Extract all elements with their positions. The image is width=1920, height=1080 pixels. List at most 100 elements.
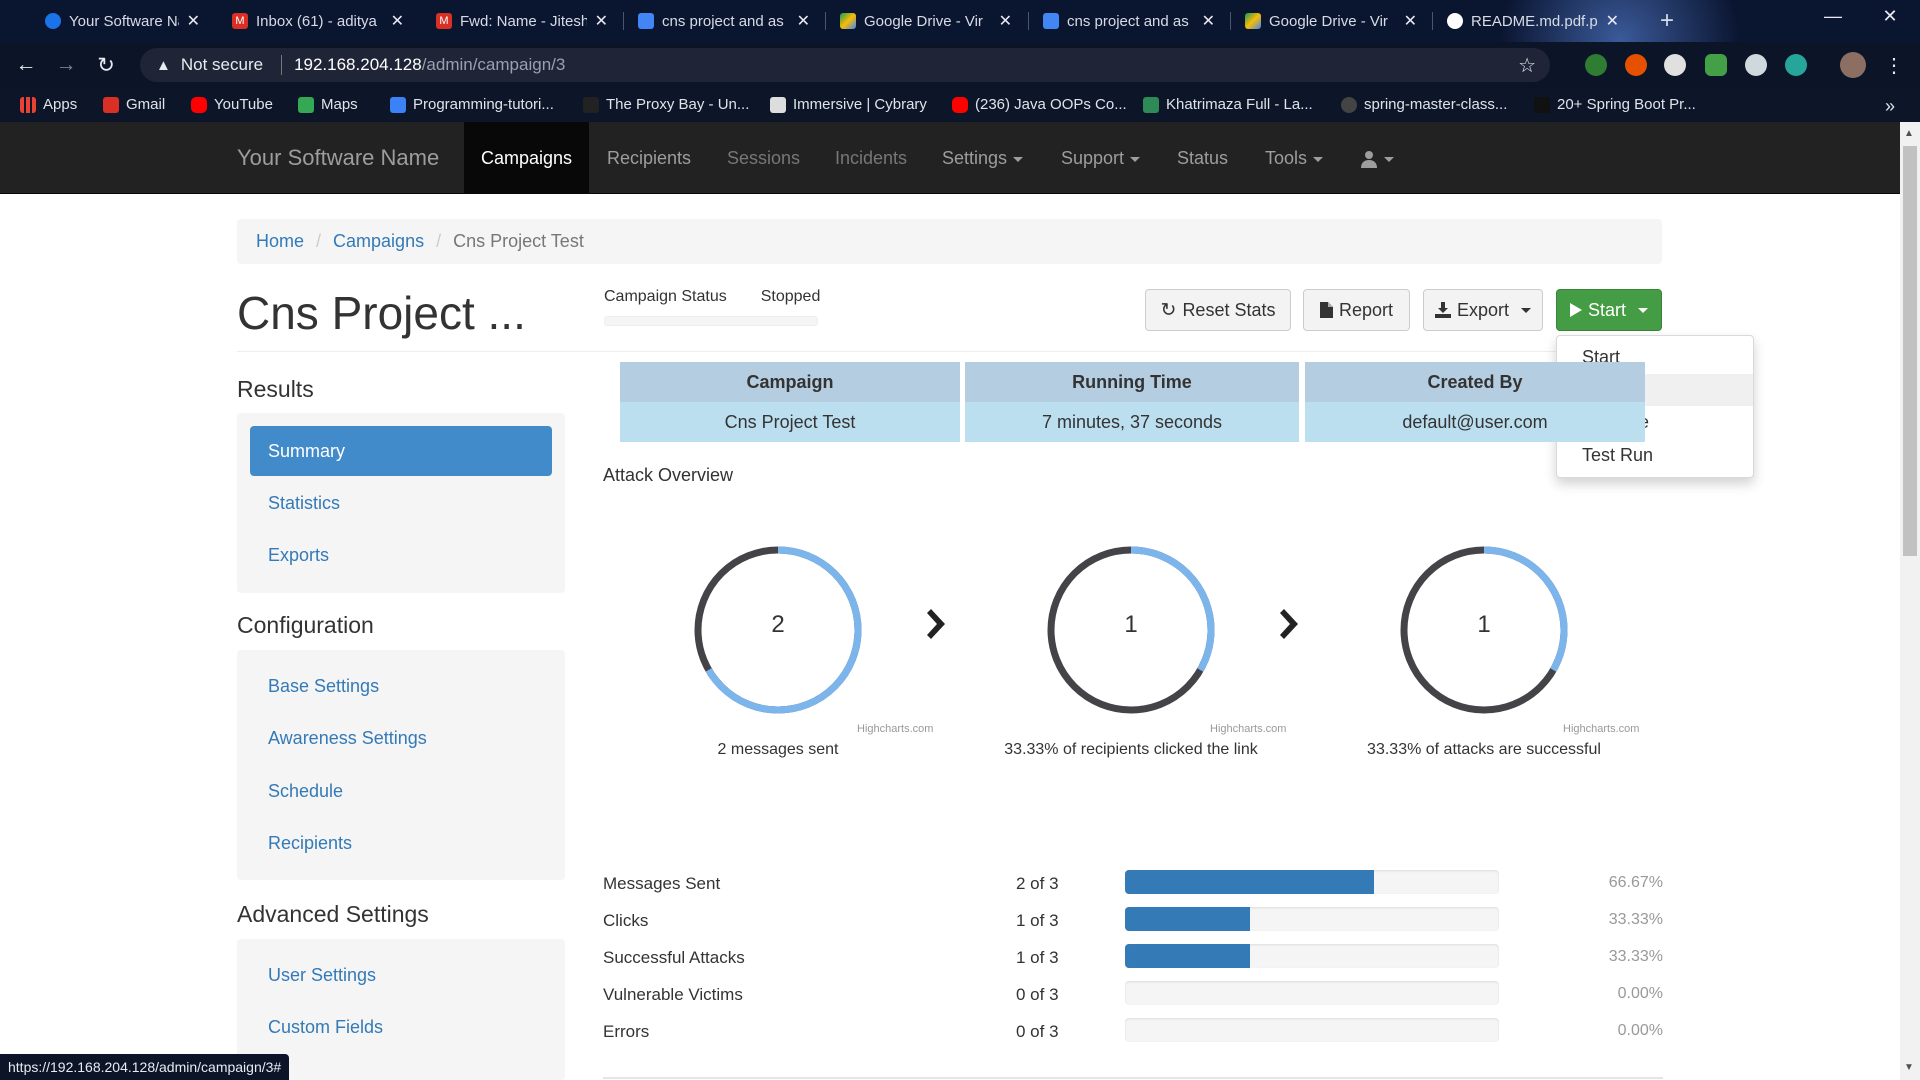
bookmarks-bar: Apps Gmail YouTube Maps Programming-tuto… bbox=[0, 88, 1920, 122]
sidebar-item-recipients[interactable]: Recipients bbox=[268, 833, 352, 854]
bookmark-java-oops[interactable]: (236) Java OOPs Co... bbox=[952, 96, 1127, 113]
nav-settings[interactable]: Settings bbox=[925, 122, 1040, 194]
bookmark-spring-boot[interactable]: 20+ Spring Boot Pr... bbox=[1534, 96, 1696, 113]
nav-incidents[interactable]: Incidents bbox=[818, 122, 924, 194]
avatar[interactable] bbox=[1840, 52, 1866, 78]
close-icon[interactable]: ✕ bbox=[1606, 11, 1619, 31]
configuration-heading: Configuration bbox=[237, 612, 374, 638]
github-icon bbox=[1341, 96, 1357, 113]
bookmark-programming[interactable]: Programming-tutori... bbox=[390, 96, 554, 113]
export-button[interactable]: Export bbox=[1423, 289, 1543, 331]
donut-value: 1 bbox=[1124, 611, 1138, 638]
sidebar-item-statistics[interactable]: Statistics bbox=[268, 493, 340, 514]
browser-tab[interactable]: Google Drive - Vir ✕ bbox=[830, 6, 1022, 36]
sidebar-item-user-settings[interactable]: User Settings bbox=[268, 965, 376, 986]
sidebar-item-base-settings[interactable]: Base Settings bbox=[268, 676, 379, 697]
close-icon[interactable]: ✕ bbox=[187, 11, 200, 31]
chevron-right-icon bbox=[1280, 609, 1298, 639]
caret-down-icon bbox=[1130, 156, 1141, 162]
sidebar-item-custom-fields[interactable]: Custom Fields bbox=[268, 1017, 383, 1038]
bookmark-cybrary[interactable]: Immersive | Cybrary bbox=[770, 96, 927, 113]
nav-status[interactable]: Status bbox=[1160, 122, 1245, 194]
brand-logo[interactable]: Your Software Name bbox=[237, 122, 439, 194]
progress-bar bbox=[1125, 981, 1499, 1005]
campaign-status-value: Stopped bbox=[760, 288, 821, 305]
bookmark-youtube[interactable]: YouTube bbox=[191, 96, 273, 113]
highcharts-credit[interactable]: Highcharts.com bbox=[1563, 723, 1639, 735]
extension-icon[interactable] bbox=[1625, 54, 1647, 76]
drive-icon bbox=[840, 13, 856, 29]
report-button[interactable]: Report bbox=[1303, 289, 1410, 331]
nav-sessions[interactable]: Sessions bbox=[710, 122, 817, 194]
breadcrumb-campaigns[interactable]: Campaigns bbox=[333, 231, 424, 252]
stat-row: Successful Attacks 1 of 3 33.33% bbox=[603, 944, 1663, 974]
back-button[interactable]: ← bbox=[12, 51, 40, 79]
stat-label: Messages Sent bbox=[603, 874, 721, 893]
stat-count: 0 of 3 bbox=[1016, 1022, 1059, 1041]
close-icon[interactable]: ✕ bbox=[1202, 11, 1215, 31]
sidebar-item-summary[interactable]: Summary bbox=[250, 426, 552, 476]
nav-support[interactable]: Support bbox=[1044, 122, 1157, 194]
nav-recipients[interactable]: Recipients bbox=[590, 122, 708, 194]
stat-percent: 66.67% bbox=[1608, 874, 1663, 891]
close-icon[interactable]: ✕ bbox=[595, 11, 608, 31]
tab-title: Google Drive - Vir bbox=[1269, 12, 1388, 30]
extension-icon[interactable] bbox=[1585, 54, 1607, 76]
scrollbar-thumb[interactable] bbox=[1903, 146, 1917, 556]
browser-tab[interactable]: cns project and as ✕ bbox=[628, 6, 820, 36]
bookmark-icon bbox=[1143, 96, 1159, 113]
table-header: Created By bbox=[1305, 362, 1645, 402]
bookmark-icon bbox=[390, 96, 406, 113]
address-bar[interactable]: ▲ Not secure 192.168.204.128/admin/campa… bbox=[140, 48, 1550, 82]
more-bookmarks[interactable]: » bbox=[1885, 96, 1895, 117]
browser-tab[interactable]: Google Drive - Vir ✕ bbox=[1235, 6, 1427, 36]
breadcrumb-home[interactable]: Home bbox=[256, 231, 304, 252]
browser-tab[interactable]: README.md.pdf.p ✕ bbox=[1437, 6, 1629, 36]
close-icon[interactable]: ✕ bbox=[391, 11, 404, 31]
campaign-status: Campaign Status Stopped bbox=[604, 288, 820, 326]
browser-tab[interactable]: M Fwd: Name - Jitesh ✕ bbox=[426, 6, 618, 36]
extension-icon[interactable] bbox=[1785, 54, 1807, 76]
menu-icon[interactable]: ⋮ bbox=[1880, 51, 1908, 79]
extension-icon[interactable] bbox=[1664, 54, 1686, 76]
nav-user-menu[interactable] bbox=[1343, 122, 1411, 194]
close-icon[interactable]: ✕ bbox=[797, 11, 810, 31]
bookmark-star-icon[interactable]: ☆ bbox=[1518, 53, 1536, 78]
nav-campaigns[interactable]: Campaigns bbox=[464, 122, 590, 194]
nav-tools[interactable]: Tools bbox=[1248, 122, 1340, 194]
warning-icon: ▲ bbox=[156, 56, 171, 74]
sidebar-item-awareness-settings[interactable]: Awareness Settings bbox=[268, 728, 427, 749]
close-icon[interactable]: ✕ bbox=[1404, 11, 1417, 31]
sidebar-item-exports[interactable]: Exports bbox=[268, 545, 329, 566]
bookmark-apps[interactable]: Apps bbox=[20, 96, 77, 113]
bookmark-gmail[interactable]: Gmail bbox=[103, 96, 165, 113]
browser-tab[interactable]: M Inbox (61) - aditya ✕ bbox=[222, 6, 414, 36]
minimize-button[interactable]: — bbox=[1803, 6, 1863, 27]
extension-icon[interactable] bbox=[1745, 54, 1767, 76]
forward-button[interactable]: → bbox=[52, 51, 80, 79]
page-scrollbar[interactable]: ▲ ▼ bbox=[1900, 122, 1920, 1080]
highcharts-credit[interactable]: Highcharts.com bbox=[857, 723, 933, 735]
close-icon[interactable]: ✕ bbox=[999, 11, 1012, 31]
caret-down-icon bbox=[1638, 307, 1648, 313]
highcharts-credit[interactable]: Highcharts.com bbox=[1210, 723, 1286, 735]
maps-icon bbox=[298, 96, 314, 113]
bookmark-maps[interactable]: Maps bbox=[298, 96, 358, 113]
scroll-down-icon[interactable]: ▼ bbox=[1904, 1062, 1914, 1073]
bookmark-spring-master[interactable]: spring-master-class... bbox=[1341, 96, 1507, 113]
scroll-up-icon[interactable]: ▲ bbox=[1904, 128, 1914, 139]
browser-tab[interactable]: cns project and as ✕ bbox=[1033, 6, 1225, 36]
bookmark-proxy-bay[interactable]: The Proxy Bay - Un... bbox=[583, 96, 749, 113]
new-tab-button[interactable]: + bbox=[1650, 6, 1686, 36]
reset-stats-button[interactable]: ↻ Reset Stats bbox=[1145, 289, 1291, 331]
menu-item-test-run[interactable]: Test Run bbox=[1557, 439, 1753, 472]
browser-tab[interactable]: Your Software Nam ✕ bbox=[35, 6, 210, 36]
bookmark-khatrimaza[interactable]: Khatrimaza Full - La... bbox=[1143, 96, 1313, 113]
sidebar-item-schedule[interactable]: Schedule bbox=[268, 781, 343, 802]
tab-title: README.md.pdf.p bbox=[1471, 12, 1598, 30]
file-icon bbox=[1319, 302, 1333, 318]
reload-button[interactable]: ↻ bbox=[92, 51, 120, 79]
shield-icon[interactable] bbox=[1705, 54, 1727, 76]
start-button[interactable]: Start bbox=[1556, 289, 1662, 331]
close-window-button[interactable]: ✕ bbox=[1860, 6, 1920, 27]
